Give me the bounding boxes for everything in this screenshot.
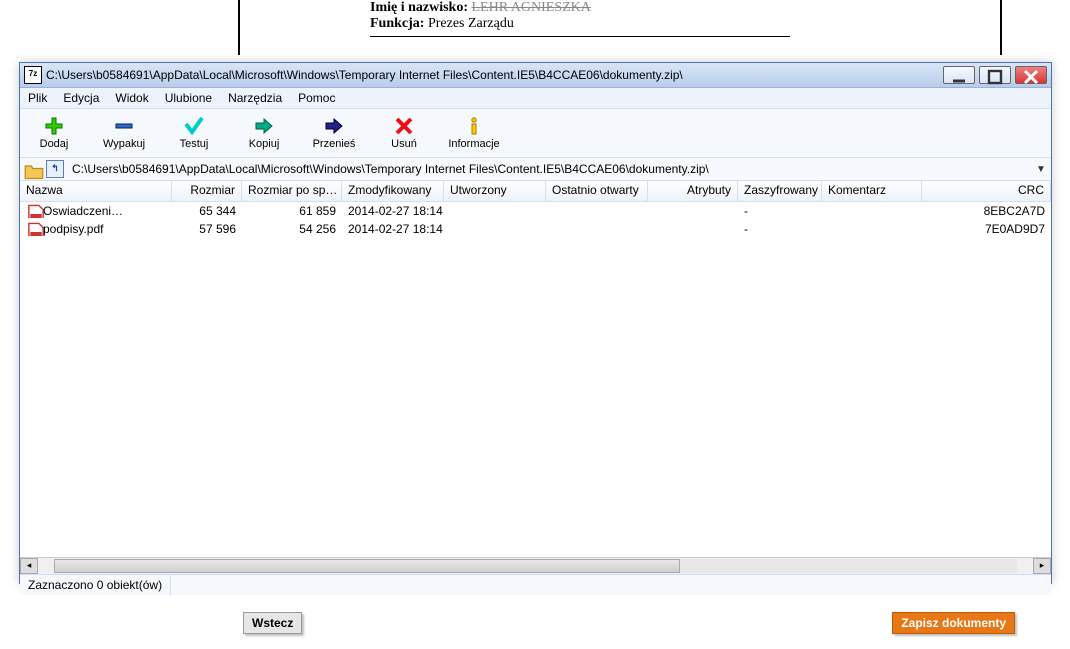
menu-edit[interactable]: Edycja [55, 89, 107, 107]
toolbar: Dodaj Wypakuj Testuj Kopiuj Przenieś Usu… [20, 109, 1051, 158]
doc-role-label: Funkcja: [370, 16, 424, 31]
check-icon [184, 116, 204, 136]
window-title: C:\Users\b0584691\AppData\Local\Microsof… [46, 68, 943, 82]
horizontal-scrollbar[interactable]: ◂ ▸ [20, 557, 1051, 574]
file-crc: 7E0AD9D7 [922, 222, 1051, 236]
statusbar: Zaznaczono 0 obiekt(ów) [20, 574, 1051, 595]
plus-icon [44, 116, 64, 136]
file-row[interactable]: Oswiadczeni… 65 34461 8592014-02-27 18:14… [20, 202, 1051, 220]
archive-window: 7z C:\Users\b0584691\AppData\Local\Micro… [19, 62, 1052, 584]
maximize-button[interactable] [979, 66, 1011, 84]
pdf-icon [26, 222, 40, 236]
info-button[interactable]: Informacje [448, 116, 500, 150]
doc-role-value: Prezes Zarządu [428, 16, 514, 31]
menu-tools[interactable]: Narzędzia [220, 89, 290, 107]
minimize-button[interactable] [943, 66, 975, 84]
app-icon: 7z [24, 66, 42, 84]
info-label: Informacje [448, 138, 499, 150]
file-packed: 54 256 [242, 222, 342, 236]
file-crc: 8EBC2A7D [922, 204, 1051, 218]
extract-label: Wypakuj [103, 138, 145, 150]
col-comment[interactable]: Komentarz [822, 181, 922, 201]
file-modified: 2014-02-27 18:14 [342, 222, 444, 236]
file-row[interactable]: podpisy.pdf 57 59654 2562014-02-27 18:14 -… [20, 220, 1051, 238]
col-name[interactable]: Nazwa [20, 181, 172, 201]
doc-name-value: LEHR AGNIESZKA [472, 0, 591, 15]
close-button[interactable] [1015, 66, 1047, 84]
menubar: Plik Edycja Widok Ulubione Narzędzia Pom… [20, 88, 1051, 109]
col-enc[interactable]: Zaszyfrowany [738, 181, 822, 201]
up-folder-icon[interactable]: ↰ [46, 160, 64, 178]
file-size: 65 344 [172, 204, 242, 218]
x-icon [394, 116, 414, 136]
save-documents-button[interactable]: Zapisz dokumenty [892, 612, 1015, 634]
titlebar[interactable]: 7z C:\Users\b0584691\AppData\Local\Micro… [20, 63, 1051, 88]
file-encrypted: - [738, 204, 822, 218]
test-button[interactable]: Testuj [168, 116, 220, 150]
col-size[interactable]: Rozmiar [172, 181, 242, 201]
delete-button[interactable]: Usuń [378, 116, 430, 150]
address-bar: ↰ ▼ [20, 158, 1051, 181]
copy-button[interactable]: Kopiuj [238, 116, 290, 150]
menu-help[interactable]: Pomoc [290, 89, 343, 107]
menu-file[interactable]: Plik [20, 89, 55, 107]
add-button[interactable]: Dodaj [28, 116, 80, 150]
file-name: podpisy.pdf [43, 222, 104, 236]
info-icon [464, 116, 484, 136]
menu-view[interactable]: Widok [107, 89, 156, 107]
file-list: Nazwa Rozmiar Rozmiar po sp… Zmodyfikowa… [20, 181, 1051, 557]
back-button[interactable]: Wstecz [243, 612, 302, 634]
arrow-right-solid-icon [324, 116, 344, 136]
address-input[interactable] [70, 161, 1029, 177]
pdf-icon [26, 204, 40, 218]
file-encrypted: - [738, 222, 822, 236]
background-document: Imię i nazwisko: LEHR AGNIESZKA Funkcja:… [238, 0, 1002, 55]
col-attr[interactable]: Atrybuty [648, 181, 738, 201]
folder-icon[interactable] [24, 161, 40, 177]
col-created[interactable]: Utworzony [444, 181, 546, 201]
move-label: Przenieś [313, 138, 356, 150]
move-button[interactable]: Przenieś [308, 116, 360, 150]
file-name: Oswiadczeni… [43, 204, 123, 218]
scroll-thumb[interactable] [54, 559, 680, 573]
scroll-right-icon[interactable]: ▸ [1033, 558, 1051, 574]
address-dropdown-icon[interactable]: ▼ [1035, 164, 1047, 175]
column-headers: Nazwa Rozmiar Rozmiar po sp… Zmodyfikowa… [20, 181, 1051, 202]
copy-label: Kopiuj [249, 138, 280, 150]
file-packed: 61 859 [242, 204, 342, 218]
menu-fav[interactable]: Ulubione [157, 89, 220, 107]
delete-label: Usuń [391, 138, 417, 150]
doc-name-label: Imię i nazwisko: [370, 0, 468, 15]
status-text: Zaznaczono 0 obiekt(ów) [20, 575, 171, 595]
col-mod[interactable]: Zmodyfikowany [342, 181, 444, 201]
file-modified: 2014-02-27 18:14 [342, 204, 444, 218]
extract-button[interactable]: Wypakuj [98, 116, 150, 150]
scroll-track[interactable] [54, 559, 1017, 573]
minus-icon [114, 116, 134, 136]
col-opened[interactable]: Ostatnio otwarty [546, 181, 648, 201]
scroll-left-icon[interactable]: ◂ [20, 558, 38, 574]
col-crc[interactable]: CRC [922, 181, 1051, 201]
test-label: Testuj [180, 138, 209, 150]
arrow-right-icon [254, 116, 274, 136]
add-label: Dodaj [40, 138, 69, 150]
file-size: 57 596 [172, 222, 242, 236]
col-packed[interactable]: Rozmiar po sp… [242, 181, 342, 201]
